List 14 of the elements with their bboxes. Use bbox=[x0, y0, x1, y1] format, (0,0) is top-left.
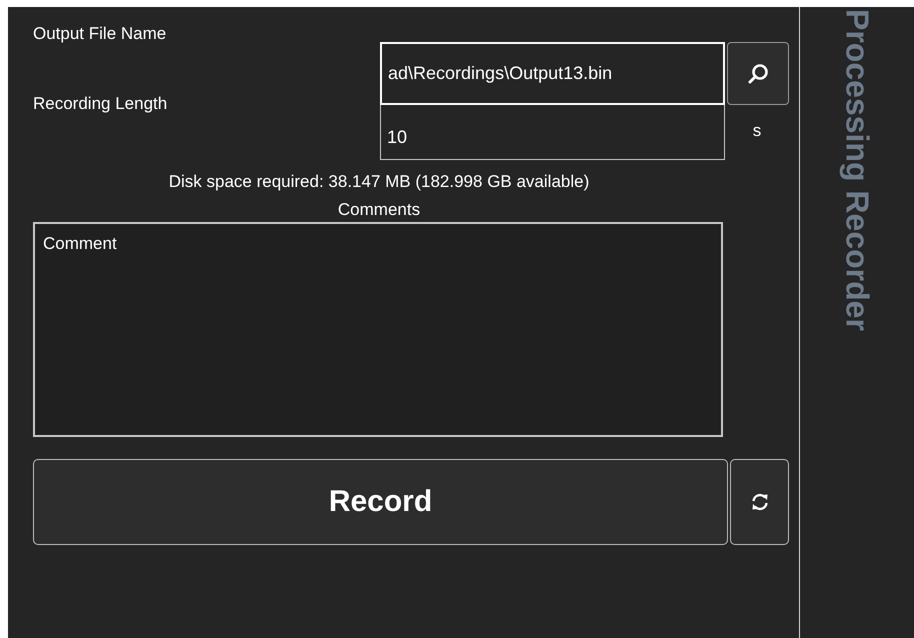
search-icon bbox=[747, 62, 769, 84]
record-button[interactable]: Record bbox=[33, 459, 728, 545]
recording-length-field[interactable]: 10 bbox=[380, 105, 725, 160]
field-label: Output File Name bbox=[33, 24, 168, 44]
output-file-field[interactable]: ad\Recordings\Output13.bin bbox=[380, 42, 725, 105]
browse-button[interactable] bbox=[727, 42, 789, 105]
comments-label: Comments bbox=[336, 200, 422, 220]
refresh-icon bbox=[750, 492, 770, 512]
side-panel-title: Processing Recorder bbox=[838, 9, 876, 331]
disk-space-text: Disk space required: 38.147 MB (182.998 GB available) bbox=[168, 172, 590, 192]
field-label: Recording Length bbox=[33, 94, 168, 114]
refresh-button[interactable] bbox=[730, 459, 789, 545]
unit-label: s bbox=[752, 120, 762, 140]
comments-field[interactable]: Comment bbox=[33, 222, 723, 437]
